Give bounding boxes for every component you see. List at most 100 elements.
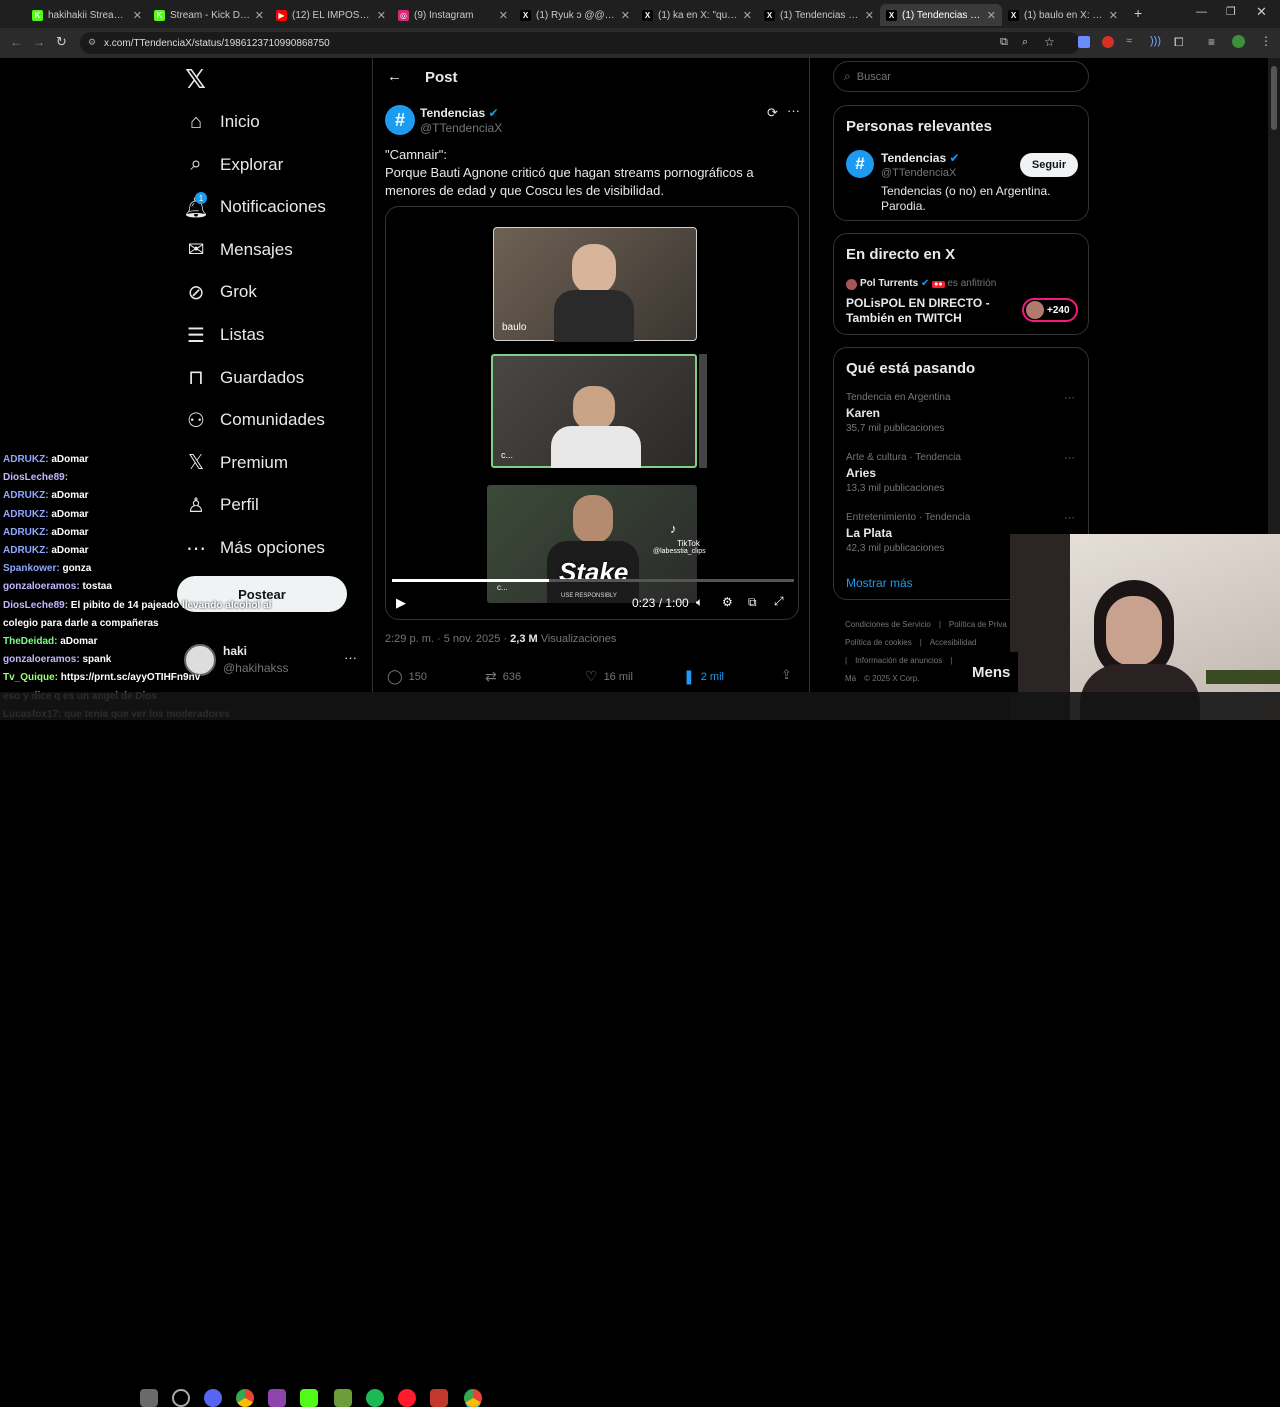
nav-item-guardados[interactable]: ⊓ Guardados: [184, 360, 304, 396]
x-logo-icon[interactable]: 𝕏: [185, 64, 206, 95]
grok-icon[interactable]: ⟳: [767, 105, 778, 121]
tab-close-icon[interactable]: ✕: [499, 9, 508, 22]
nav-item-inicio[interactable]: ⌂ Inicio: [184, 104, 260, 140]
back-arrow-icon[interactable]: ←: [387, 68, 402, 85]
tab-close-icon[interactable]: ✕: [987, 9, 996, 22]
live-title[interactable]: POLisPOL EN DIRECTO - También en TWITCH: [846, 296, 1016, 326]
progress-track[interactable]: [392, 579, 794, 582]
extension-wave-icon[interactable]: ))): [1150, 35, 1161, 47]
author-avatar[interactable]: #: [385, 105, 415, 135]
reply-button[interactable]: ◯ 150: [387, 668, 427, 685]
footer-link[interactable]: Má: [845, 674, 856, 683]
share-icon[interactable]: ⇪: [781, 667, 792, 683]
taskbar-app-icon[interactable]: [430, 1389, 448, 1407]
browser-tab[interactable]: X (1) Tendencias en X: ✕: [758, 4, 880, 26]
zoom-icon[interactable]: ⌕: [1022, 36, 1028, 49]
browser-tab[interactable]: Khakihakii Stream - W ✕: [26, 4, 148, 26]
footer-link[interactable]: Accesibilidad: [930, 638, 977, 647]
spotify-icon[interactable]: [366, 1389, 384, 1407]
settings-icon[interactable]: ⚙: [722, 595, 733, 609]
reading-list-icon[interactable]: ≡: [1208, 35, 1215, 49]
footer-link[interactable]: Política de Priva: [949, 620, 1007, 629]
more-dots-icon[interactable]: ···: [1064, 392, 1075, 404]
repost-button[interactable]: ⇄ 636: [485, 668, 521, 685]
volume-icon[interactable]: 🔈︎: [696, 595, 703, 610]
play-icon[interactable]: ▶: [396, 595, 406, 611]
nav-item-comunidades[interactable]: ⚇ Comunidades: [184, 402, 325, 438]
nav-item-explorar[interactable]: ⌕ Explorar: [184, 147, 283, 183]
browser-tab[interactable]: K Stream - Kick Dashbo ✕: [148, 4, 270, 26]
browser-tab[interactable]: ◎ (9) Instagram ✕: [392, 4, 514, 26]
live-listeners[interactable]: +240: [1022, 298, 1078, 322]
footer-link[interactable]: © 2025 X Corp.: [864, 674, 919, 683]
tab-close-icon[interactable]: ✕: [377, 9, 386, 22]
kick-icon[interactable]: [300, 1389, 318, 1407]
more-dots-icon[interactable]: ···: [1064, 512, 1075, 524]
back-arrow-icon[interactable]: ←: [10, 35, 22, 49]
like-button[interactable]: ♡ 16 mil: [585, 668, 633, 685]
forward-arrow-icon[interactable]: →: [33, 35, 45, 49]
discord-icon[interactable]: [204, 1389, 222, 1407]
scrollbar-thumb[interactable]: [1271, 66, 1277, 130]
canva-icon[interactable]: [268, 1389, 286, 1407]
author-name[interactable]: Tendencias ✔: [420, 106, 499, 120]
minecraft-icon[interactable]: [334, 1389, 352, 1407]
reload-icon[interactable]: ↻: [56, 34, 67, 50]
minimize-button[interactable]: —: [1196, 6, 1207, 18]
fullscreen-icon[interactable]: ⤢: [774, 594, 784, 609]
puzzle-icon[interactable]: ⧠: [1174, 35, 1184, 50]
opera-icon[interactable]: [398, 1389, 416, 1407]
install-icon[interactable]: ⧉: [1000, 36, 1008, 49]
new-tab-button[interactable]: +: [1134, 5, 1142, 21]
nav-item-listas[interactable]: ☰ Listas: [184, 317, 264, 353]
bookmark-button[interactable]: ❚ 2 mil: [683, 668, 724, 685]
nav-item-perfil[interactable]: ♙ Perfil: [184, 487, 259, 523]
pip-icon[interactable]: ⧉: [748, 595, 757, 610]
browser-tab[interactable]: X (1) Tendencias en X: ✕: [880, 4, 1002, 26]
more-dots-icon[interactable]: ···: [344, 650, 357, 665]
follow-button[interactable]: Seguir: [1020, 153, 1078, 177]
account-switcher[interactable]: haki @hakihakss ···: [184, 642, 360, 682]
live-host[interactable]: Pol Turrents ✔ ●● es anfitrión: [860, 278, 996, 289]
footer-link[interactable]: Información de anuncios: [855, 656, 942, 665]
tab-close-icon[interactable]: ✕: [621, 9, 630, 22]
footer-link[interactable]: Política de cookies: [845, 638, 912, 647]
trend-item[interactable]: Tendencia en Argentina Karen 35,7 mil publ…: [846, 392, 1076, 434]
nav-item-notificaciones[interactable]: 🔔︎ 1 Notificaciones: [183, 189, 326, 225]
avatar[interactable]: #: [846, 150, 874, 178]
browser-tab[interactable]: ▶ (12) EL IMPOSTOR de ✕: [270, 4, 392, 26]
messages-drawer[interactable]: Mens: [960, 652, 1018, 692]
browser-tab[interactable]: X (1) Ryuk ↄ @@ en X ✕: [514, 4, 636, 26]
browser-tab[interactable]: X (1) ka en X: "que una ✕: [636, 4, 758, 26]
site-info-icon[interactable]: ⚙: [88, 37, 96, 48]
tab-close-icon[interactable]: ✕: [133, 9, 142, 22]
more-dots-icon[interactable]: ···: [1064, 452, 1075, 464]
footer-link[interactable]: Condiciones de Servicio: [845, 620, 931, 629]
tab-close-icon[interactable]: ✕: [255, 9, 264, 22]
trend-item[interactable]: Arte & cultura · Tendencia Aries 13,3 mil …: [846, 452, 1076, 494]
extension-blue-icon[interactable]: ≈: [1126, 35, 1132, 47]
search-input[interactable]: [856, 70, 1057, 83]
chrome-active-icon[interactable]: [464, 1389, 482, 1407]
video-player[interactable]: baulo c... ♪ TikTok @labesstia_clips Sta…: [385, 206, 799, 620]
menu-kebab-icon[interactable]: ⋮: [1260, 34, 1272, 48]
more-dots-icon[interactable]: ···: [787, 103, 800, 118]
close-window-button[interactable]: ✕: [1256, 4, 1267, 20]
tab-close-icon[interactable]: ✕: [743, 9, 752, 22]
extension-icon[interactable]: [1078, 36, 1090, 48]
address-bar[interactable]: ⚙ x.com/TTendenciaX/status/1986123710990…: [80, 32, 1080, 54]
nav-item-mensajes[interactable]: ✉ Mensajes: [184, 232, 293, 268]
extension-red-icon[interactable]: [1102, 36, 1114, 48]
profile-avatar-icon[interactable]: [1232, 35, 1245, 48]
chrome-icon[interactable]: [236, 1389, 254, 1407]
tab-close-icon[interactable]: ✕: [1109, 9, 1118, 22]
taskbar-app-icon[interactable]: [172, 1389, 190, 1407]
show-more-link[interactable]: Mostrar más: [846, 576, 913, 590]
tab-close-icon[interactable]: ✕: [865, 9, 874, 22]
search-box[interactable]: ⌕: [833, 61, 1089, 92]
browser-tab[interactable]: X (1) baulo en X: "arrog ✕: [1002, 4, 1124, 26]
maximize-button[interactable]: ❐: [1226, 5, 1236, 18]
relevant-name[interactable]: Tendencias ✔: [881, 151, 960, 165]
nav-item-premium[interactable]: 𝕏 Premium: [184, 445, 288, 481]
taskbar-app-icon[interactable]: [140, 1389, 158, 1407]
